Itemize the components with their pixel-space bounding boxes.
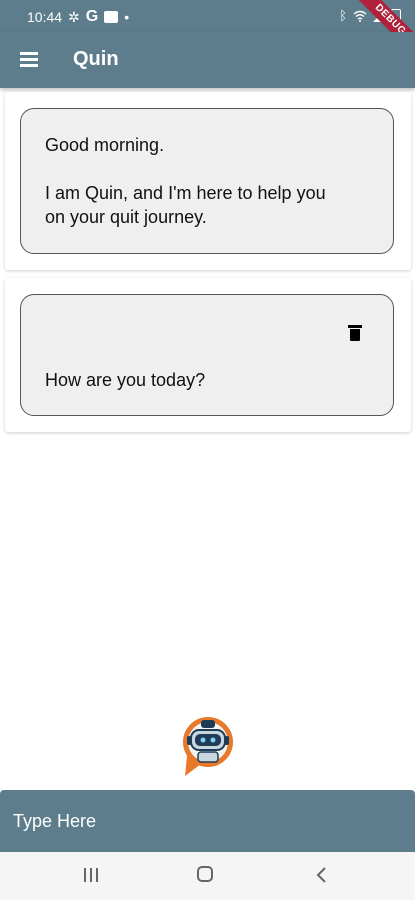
message-bubble: How are you today? bbox=[20, 294, 394, 416]
app-notification-icon bbox=[104, 11, 119, 23]
message-line: Good morning. bbox=[45, 135, 165, 155]
status-time: 10:44 bbox=[27, 9, 63, 25]
message-line: How are you today? bbox=[45, 370, 206, 390]
app-bar: Quin bbox=[0, 32, 415, 88]
trash-icon[interactable] bbox=[348, 325, 362, 341]
message-line: on your quit journey. bbox=[45, 207, 207, 227]
message-input[interactable] bbox=[0, 790, 415, 852]
message-input-bar bbox=[0, 790, 415, 852]
bot-avatar-icon[interactable] bbox=[181, 716, 235, 778]
dot-icon: • bbox=[124, 9, 130, 25]
message-card: How are you today? bbox=[5, 278, 411, 432]
bluetooth-icon: ᛒ bbox=[339, 8, 347, 23]
pinwheel-icon: ✲ bbox=[68, 8, 80, 25]
google-icon: G bbox=[85, 8, 99, 25]
message-card: Good morning. I am Quin, and I'm here to… bbox=[5, 92, 411, 270]
status-left: 10:44 ✲ G • bbox=[27, 8, 129, 26]
home-icon[interactable] bbox=[197, 866, 213, 882]
message-line bbox=[45, 157, 369, 181]
app-title: Quin bbox=[73, 48, 119, 70]
status-bar: 10:44 ✲ G • ᛒ DEBUG bbox=[0, 0, 415, 65]
message-line: I am Quin, and I'm here to help you bbox=[45, 183, 326, 203]
hamburger-menu-icon[interactable] bbox=[20, 52, 38, 67]
system-nav-bar bbox=[0, 852, 415, 900]
wifi-icon bbox=[353, 10, 367, 22]
message-bubble: Good morning. I am Quin, and I'm here to… bbox=[20, 108, 394, 254]
recents-icon[interactable] bbox=[82, 866, 100, 884]
back-icon[interactable] bbox=[315, 866, 329, 884]
